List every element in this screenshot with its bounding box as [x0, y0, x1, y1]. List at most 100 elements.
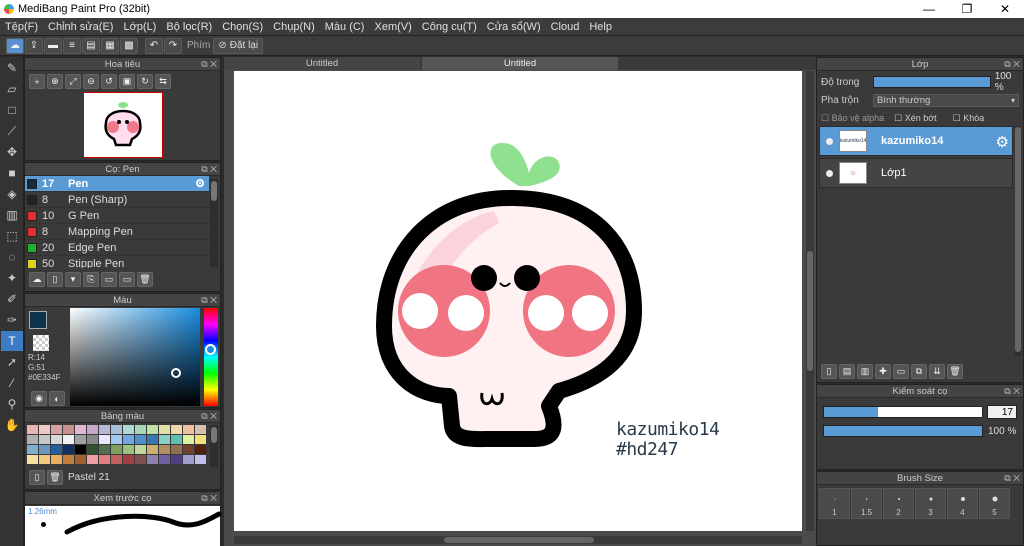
palette-swatch[interactable]: [171, 455, 182, 464]
rotate-right-icon[interactable]: ↻: [137, 74, 153, 89]
palette-swatch[interactable]: [27, 425, 38, 434]
add-brush-icon[interactable]: ▾: [65, 272, 81, 287]
palette-swatch[interactable]: [147, 435, 158, 444]
operation-tool-icon[interactable]: ➚: [1, 352, 23, 372]
document-icon[interactable]: ▤: [82, 37, 100, 54]
lock-checkbox[interactable]: ☐ Khóa: [953, 113, 985, 124]
brush-opacity-slider[interactable]: [823, 425, 983, 437]
palette-swatch[interactable]: [183, 455, 194, 464]
hue-slider-handle[interactable]: [205, 344, 216, 355]
palette-swatch[interactable]: [111, 445, 122, 454]
palette-swatch[interactable]: [135, 455, 146, 464]
layer-visibility-icon[interactable]: [826, 169, 833, 177]
palette-swatch[interactable]: [183, 445, 194, 454]
zoom-in-2-icon[interactable]: ⊕: [47, 74, 63, 89]
brush-item[interactable]: 20 Edge Pen: [25, 240, 209, 256]
brush-size-slider[interactable]: [823, 406, 984, 418]
new-8bit-layer-icon[interactable]: ▥: [857, 364, 873, 379]
palette-swatch[interactable]: [135, 425, 146, 434]
new-folder-icon[interactable]: ▭: [893, 364, 909, 379]
merge-layer-icon[interactable]: ⇊: [929, 364, 945, 379]
add-layer-menu-icon[interactable]: ✚: [875, 364, 891, 379]
alpha-protect-checkbox[interactable]: ☐ Bảo vệ alpha: [821, 113, 884, 124]
palette-swatch[interactable]: [99, 425, 110, 434]
gear-icon[interactable]: ⚙: [996, 133, 1009, 151]
gradient-tool-icon[interactable]: ▥: [1, 205, 23, 225]
close-button[interactable]: ✕: [986, 0, 1024, 18]
menu-edit[interactable]: Chỉnh sửa(E): [43, 21, 118, 33]
brush-size-preset[interactable]: 4: [947, 488, 978, 519]
new-palette-icon[interactable]: ▯: [29, 470, 45, 485]
brush-item[interactable]: 50 Stipple Pen: [25, 256, 209, 268]
palette-swatch[interactable]: [75, 455, 86, 464]
palette-swatch[interactable]: [123, 445, 134, 454]
select-pen-tool-icon[interactable]: ✐: [1, 289, 23, 309]
layer-item-kazumiko14[interactable]: kazumiko14 kazumiko14 ⚙: [819, 126, 1013, 156]
maximize-button[interactable]: ❐: [948, 0, 986, 18]
layer-visibility-icon[interactable]: [826, 137, 833, 145]
comment-icon[interactable]: ▬: [44, 37, 62, 54]
magic-wand-tool-icon[interactable]: ✦: [1, 268, 23, 288]
palette-swatch[interactable]: [111, 435, 122, 444]
fit-icon[interactable]: ⤢: [65, 74, 81, 89]
color-wheel-icon[interactable]: ◉: [31, 391, 47, 406]
color-picker-square[interactable]: [70, 308, 200, 406]
palette-swatch[interactable]: [159, 455, 170, 464]
divide-tool-icon[interactable]: ⁄: [1, 373, 23, 393]
palette-swatch[interactable]: [87, 425, 98, 434]
palette-swatch[interactable]: [159, 425, 170, 434]
eraser-tool-icon[interactable]: ▱: [1, 79, 23, 99]
dot-tool-icon[interactable]: ⟋: [1, 121, 23, 141]
fill-rect-tool-icon[interactable]: ■: [1, 163, 23, 183]
message-icon[interactable]: ≡: [63, 37, 81, 54]
delete-palette-icon[interactable]: 🗑: [47, 470, 63, 485]
palette-swatch[interactable]: [171, 435, 182, 444]
tab-untitled-2[interactable]: Untitled: [422, 57, 618, 70]
palette-swatch[interactable]: [171, 425, 182, 434]
clipping-checkbox[interactable]: ☐ Xén bớt: [894, 113, 937, 124]
palette-swatch[interactable]: [111, 455, 122, 464]
drawing-canvas[interactable]: kazumiko14 #hd247: [234, 71, 802, 531]
menu-file[interactable]: Tệp(F): [0, 21, 43, 33]
minimize-button[interactable]: —: [910, 0, 948, 18]
layer-list-scrollbar[interactable]: [1015, 126, 1021, 356]
new-layer-icon[interactable]: ▯: [821, 364, 837, 379]
palette-swatch[interactable]: [99, 445, 110, 454]
delete-layer-icon[interactable]: 🗑: [947, 364, 963, 379]
hand-tool-icon[interactable]: ✋: [1, 415, 23, 435]
text-tool-icon[interactable]: T: [1, 331, 23, 351]
cloud-icon[interactable]: ☁: [6, 37, 24, 54]
color-mode-icon[interactable]: ◐: [49, 391, 65, 406]
menu-window[interactable]: Cửa sổ(W): [482, 21, 546, 33]
select-eraser-tool-icon[interactable]: ✑: [1, 310, 23, 330]
palette-swatch[interactable]: [51, 435, 62, 444]
palette-swatch[interactable]: [159, 435, 170, 444]
palette-swatch[interactable]: [51, 445, 62, 454]
menu-color[interactable]: Màu (C): [320, 21, 370, 33]
navigator-thumbnail[interactable]: [83, 92, 163, 158]
actual-size-icon[interactable]: ▣: [119, 74, 135, 89]
folder-icon[interactable]: ▭: [101, 272, 117, 287]
menu-select[interactable]: Chọn(S): [217, 21, 268, 33]
palette-swatch[interactable]: [87, 445, 98, 454]
palette-swatch[interactable]: [183, 435, 194, 444]
palette-swatch[interactable]: [87, 435, 98, 444]
gear-icon[interactable]: ⚙: [195, 177, 205, 190]
palette-swatch[interactable]: [27, 445, 38, 454]
palette-swatch[interactable]: [63, 425, 74, 434]
palette-swatch[interactable]: [63, 455, 74, 464]
layer-opacity-slider[interactable]: [872, 76, 991, 88]
folder-2-icon[interactable]: ▭: [119, 272, 135, 287]
palette-swatch[interactable]: [147, 455, 158, 464]
copy-brush-icon[interactable]: ⎘: [83, 272, 99, 287]
new-brush-icon[interactable]: ▯: [47, 272, 63, 287]
menu-cloud[interactable]: Cloud: [546, 21, 585, 33]
brush-size-preset[interactable]: 2: [883, 488, 914, 519]
palette-swatch[interactable]: [87, 455, 98, 464]
brush-item[interactable]: 10 G Pen: [25, 208, 209, 224]
redo-icon[interactable]: ↷: [164, 37, 182, 54]
palette-swatch[interactable]: [39, 445, 50, 454]
palette-swatch[interactable]: [171, 445, 182, 454]
lasso-tool-icon[interactable]: ◌: [1, 247, 23, 267]
brush-size-preset[interactable]: 1.5: [851, 488, 882, 519]
